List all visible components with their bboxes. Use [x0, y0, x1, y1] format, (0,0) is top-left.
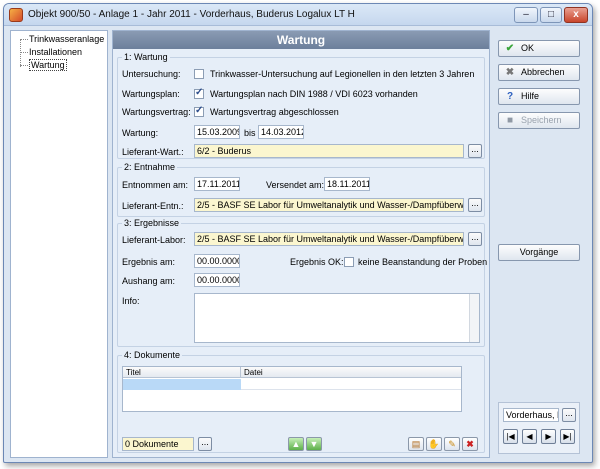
ergebnis-label: Ergebnis am:: [122, 257, 176, 267]
maximize-button[interactable]: □: [540, 7, 562, 23]
ok-label: OK: [521, 43, 535, 53]
minimize-button[interactable]: –: [514, 7, 538, 23]
action-panel: ✔ OK ✖ Abbrechen ? Hilfe ■ Speichern Vor…: [494, 30, 588, 458]
cancel-icon: ✖: [505, 67, 515, 78]
document-count: 0 Dokumente: [122, 437, 194, 451]
save-icon: ■: [506, 115, 514, 126]
column-datei[interactable]: Datei: [241, 367, 461, 378]
section-wartung: 1: Wartung Untersuchung: Trinkwasser-Unt…: [117, 52, 485, 159]
vorgaenge-button[interactable]: Vorgänge: [498, 244, 580, 261]
section-dokumente: 4: Dokumente Titel Datei 0 Dokumente ...…: [117, 350, 485, 453]
check-icon: ✔: [505, 43, 515, 54]
delete-icon[interactable]: ✖: [462, 437, 478, 451]
document-new-icon[interactable]: ▤: [408, 437, 424, 451]
app-icon: [9, 8, 23, 22]
speichern-button[interactable]: ■ Speichern: [498, 112, 580, 129]
entnommen-label: Entnommen am:: [122, 180, 189, 190]
ok-button[interactable]: ✔ OK: [498, 40, 580, 57]
close-button[interactable]: x: [564, 7, 588, 23]
wartung-bis-input[interactable]: 14.03.2012: [258, 125, 304, 139]
lieferant-wart-label: Lieferant-Wart.:: [122, 147, 184, 157]
bis-label: bis: [244, 128, 256, 138]
ergebnis-ok-checkbox[interactable]: [344, 257, 354, 267]
section-title-dokumente: 4: Dokumente: [122, 350, 183, 360]
table-row[interactable]: [123, 379, 461, 390]
ergebnis-ok-text: keine Beanstandung der Proben: [358, 257, 488, 267]
wartungsplan-text: Wartungsplan nach DIN 1988 / VDI 6023 vo…: [210, 89, 418, 99]
lieferant-wart-input[interactable]: 6/2 - Buderus: [194, 144, 464, 158]
tree-connector: [20, 65, 28, 66]
tree-item-installationen[interactable]: Installationen: [29, 47, 82, 57]
tree-item-wartung[interactable]: Wartung: [29, 59, 67, 71]
abbrechen-button[interactable]: ✖ Abbrechen: [498, 64, 580, 81]
versendet-input[interactable]: 18.11.2011: [324, 177, 370, 191]
record-lookup-button[interactable]: ...: [562, 408, 576, 422]
section-title-wartung: 1: Wartung: [122, 52, 170, 62]
move-down-icon[interactable]: ▼: [306, 437, 322, 451]
record-navigator: Vorderhaus, B ... |◀ ◀ ▶ ▶|: [498, 402, 580, 454]
last-record-icon[interactable]: ▶|: [560, 429, 575, 444]
tree-connector: [20, 39, 21, 67]
title-bar[interactable]: Objekt 900/50 - Anlage 1 - Jahr 2011 - V…: [4, 4, 592, 26]
document-open-icon[interactable]: ✋: [426, 437, 442, 451]
tree-item-trinkwasseranlage[interactable]: Trinkwasseranlage: [29, 34, 104, 44]
lieferant-labor-lookup-button[interactable]: ...: [468, 232, 482, 246]
wartungsvertrag-checkbox[interactable]: [194, 105, 204, 117]
navigation-tree: Trinkwasseranlage Installationen Wartung: [10, 30, 108, 458]
first-record-icon[interactable]: |◀: [503, 429, 518, 444]
wartungsvertrag-label: Wartungsvertrag:: [122, 107, 191, 117]
untersuchung-label: Untersuchung:: [122, 69, 181, 79]
section-entnahme: 2: Entnahme Entnommen am: 17.11.2011 Ver…: [117, 162, 485, 217]
window-title: Objekt 900/50 - Anlage 1 - Jahr 2011 - V…: [28, 9, 355, 20]
documents-grid[interactable]: Titel Datei: [122, 366, 462, 412]
move-up-icon[interactable]: ▲: [288, 437, 304, 451]
aushang-label: Aushang am:: [122, 276, 176, 286]
lieferant-entn-input[interactable]: 2/5 - BASF SE Labor für Umweltanalytik u…: [194, 198, 464, 212]
info-scrollbar[interactable]: [469, 294, 479, 342]
lieferant-labor-label: Lieferant-Labor:: [122, 235, 186, 245]
wartungsplan-checkbox[interactable]: [194, 87, 204, 99]
info-textarea[interactable]: [194, 293, 480, 343]
entnommen-input[interactable]: 17.11.2011: [194, 177, 240, 191]
lieferant-entn-label: Lieferant-Entn.:: [122, 201, 184, 211]
section-ergebnisse: 3: Ergebnisse Lieferant-Labor: 2/5 - BAS…: [117, 218, 488, 347]
grid-header: Titel Datei: [123, 367, 461, 378]
selected-cell[interactable]: [123, 379, 241, 390]
hilfe-button[interactable]: ? Hilfe: [498, 88, 580, 105]
wartung-von-input[interactable]: 15.03.2009: [194, 125, 240, 139]
hilfe-label: Hilfe: [521, 91, 540, 101]
tree-connector: [20, 39, 28, 40]
tree-connector: [20, 52, 28, 53]
app-window: Objekt 900/50 - Anlage 1 - Jahr 2011 - V…: [3, 3, 593, 463]
ergebnis-ok-label: Ergebnis OK:: [290, 257, 344, 267]
ergebnis-input[interactable]: 00.00.0000: [194, 254, 240, 268]
wartungsplan-label: Wartungsplan:: [122, 89, 180, 99]
untersuchung-text: Trinkwasser-Untersuchung auf Legionellen…: [210, 69, 475, 79]
help-icon: ?: [506, 91, 514, 102]
wartung-label: Wartung:: [122, 128, 159, 138]
section-title-entnahme: 2: Entnahme: [122, 162, 178, 172]
aushang-input[interactable]: 00.00.0000: [194, 273, 240, 287]
record-navigator-value: Vorderhaus, B: [503, 408, 559, 422]
next-record-icon[interactable]: ▶: [541, 429, 556, 444]
lieferant-wart-lookup-button[interactable]: ...: [468, 144, 482, 158]
previous-record-icon[interactable]: ◀: [522, 429, 537, 444]
lieferant-labor-input[interactable]: 2/5 - BASF SE Labor für Umweltanalytik u…: [194, 232, 464, 246]
wartungsvertrag-text: Wartungsvertrag abgeschlossen: [210, 107, 339, 117]
section-title-ergebnisse: 3: Ergebnisse: [122, 218, 182, 228]
speichern-label: Speichern: [521, 115, 562, 125]
main-panel: Wartung 1: Wartung Untersuchung: Trinkwa…: [112, 30, 490, 458]
versendet-label: Versendet am:: [266, 180, 325, 190]
column-titel[interactable]: Titel: [123, 367, 241, 378]
edit-pencil-icon[interactable]: ✎: [444, 437, 460, 451]
page-title: Wartung: [113, 31, 489, 49]
abbrechen-label: Abbrechen: [521, 67, 565, 77]
lieferant-entn-lookup-button[interactable]: ...: [468, 198, 482, 212]
document-lookup-button[interactable]: ...: [198, 437, 212, 451]
untersuchung-checkbox[interactable]: [194, 69, 204, 79]
info-label: Info:: [122, 296, 140, 306]
